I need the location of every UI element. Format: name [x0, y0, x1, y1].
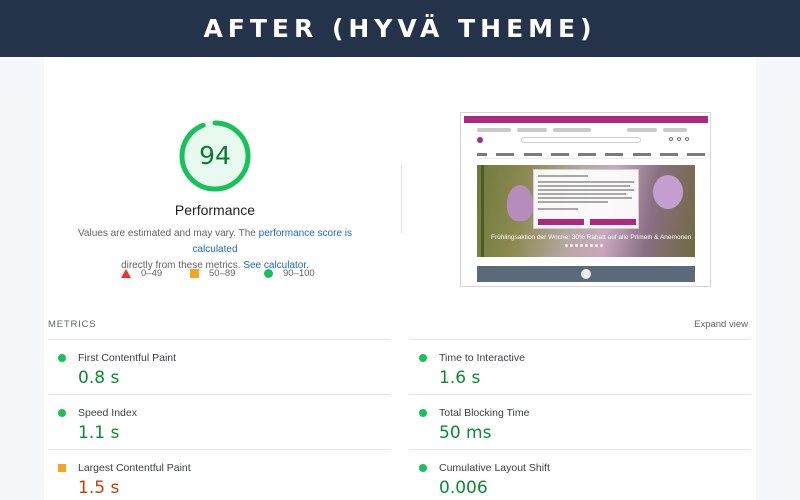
metrics-title: METRICS [48, 319, 97, 330]
divider [48, 339, 390, 340]
metric-value: 0.006 [439, 478, 488, 498]
metric-name: Speed Index [78, 407, 137, 419]
performance-description: Values are estimated and may vary. The p… [60, 226, 370, 274]
legend-range: 50–89 [209, 268, 236, 279]
legend-item-average: 50–89 [190, 268, 235, 279]
divider [409, 394, 751, 395]
thumb-search-bar [521, 137, 641, 143]
divider [48, 394, 390, 395]
thumb-header-icons [669, 137, 689, 141]
legend-item-fail: 0–49 [121, 268, 162, 279]
thumb-navigation [477, 151, 705, 159]
metric-speed-index: Speed Index 1.1 s [48, 398, 378, 450]
expand-view-button[interactable]: Expand view [694, 319, 748, 330]
metric-value: 1.1 s [78, 423, 120, 443]
metric-first-contentful-paint: First Contentful Paint 0.8 s [48, 343, 378, 395]
metric-name: Total Blocking Time [439, 407, 530, 419]
green-circle-icon [419, 354, 427, 362]
metric-largest-contentful-paint: Largest Contentful Paint 1.5 s [48, 453, 378, 500]
thumb-slider-dots [565, 244, 603, 247]
page-margin-right [756, 57, 800, 500]
legend-range: 0–49 [141, 268, 163, 279]
vertical-divider [401, 165, 402, 233]
green-circle-icon [419, 464, 427, 472]
metric-value: 0.8 s [78, 368, 120, 388]
thumb-bottom-banner [477, 266, 695, 282]
green-circle-icon [58, 409, 66, 417]
metric-name: First Contentful Paint [78, 352, 177, 364]
thumb-trust-badges [477, 127, 701, 133]
metric-cumulative-layout-shift: Cumulative Layout Shift 0.006 [409, 453, 739, 500]
metric-time-to-interactive: Time to Interactive 1.6 s [409, 343, 739, 395]
thumb-cookie-dialog [533, 169, 639, 229]
metric-name: Largest Contentful Paint [78, 462, 191, 474]
orange-square-icon [58, 464, 66, 472]
performance-label: Performance [174, 202, 256, 218]
description-text: Values are estimated and may vary. The [77, 228, 259, 239]
page-margin-left [0, 57, 44, 500]
metric-name: Cumulative Layout Shift [439, 462, 550, 474]
red-triangle-icon [121, 269, 131, 278]
metric-value: 50 ms [439, 423, 492, 443]
metric-value: 1.6 s [439, 368, 481, 388]
divider [48, 449, 390, 450]
thumb-logo-icon [477, 137, 483, 143]
thumb-promo-bar [464, 116, 708, 123]
legend-range: 90–100 [283, 268, 315, 279]
legend-item-pass: 90–100 [264, 268, 315, 279]
metrics-header: METRICS Expand view [48, 319, 748, 333]
performance-gauge: 94 [178, 119, 252, 193]
divider [409, 449, 751, 450]
banner: AFTER (HYVÄ THEME) [0, 0, 800, 57]
page-screenshot-thumbnail[interactable]: Frühlingsaktion der Woche: 30% Rabatt au… [460, 112, 711, 287]
banner-title: AFTER (HYVÄ THEME) [203, 14, 597, 43]
green-circle-icon [58, 354, 66, 362]
thumb-hero-text: Frühlingsaktion der Woche: 30% Rabatt au… [491, 234, 692, 241]
orange-square-icon [190, 269, 199, 278]
metric-total-blocking-time: Total Blocking Time 50 ms [409, 398, 739, 450]
divider [409, 339, 751, 340]
metric-value: 1.5 s [78, 478, 120, 498]
green-circle-icon [419, 409, 427, 417]
performance-score: 94 [199, 141, 231, 170]
metric-name: Time to Interactive [439, 352, 525, 364]
green-circle-icon [264, 269, 273, 278]
